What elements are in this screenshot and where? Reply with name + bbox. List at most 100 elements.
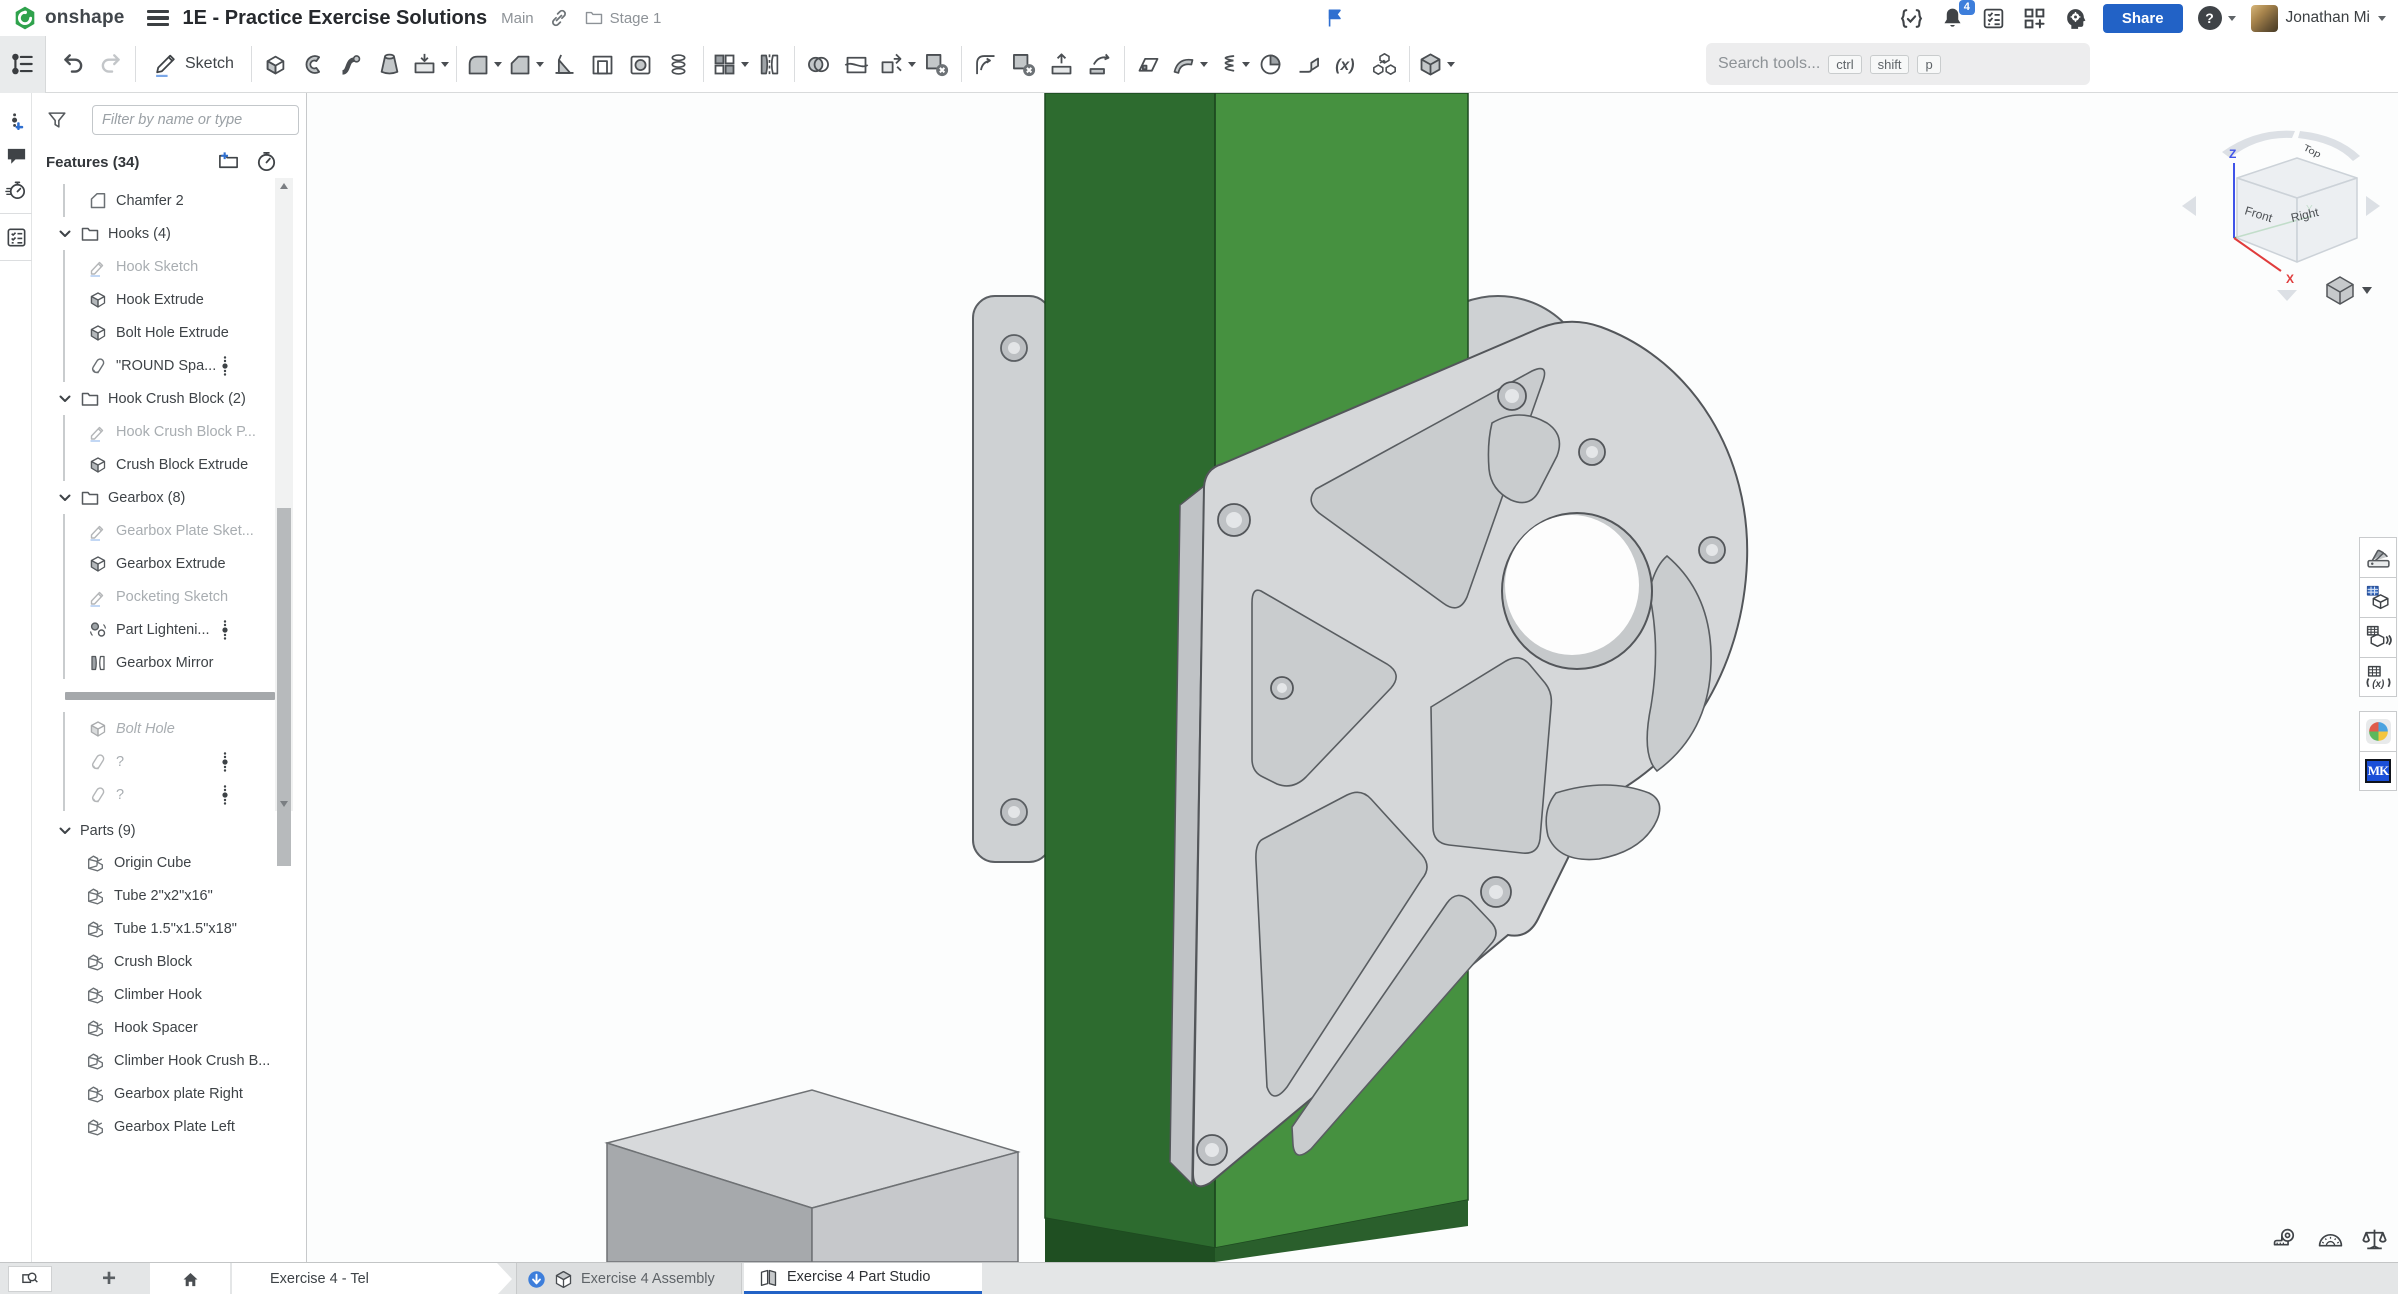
undo-button[interactable] [54, 42, 92, 86]
view-cube-top-label[interactable]: Top [2301, 143, 2322, 160]
part-item[interactable]: Climber Hook Crush B... [32, 1044, 295, 1077]
feature-tree-scrollbar[interactable] [275, 178, 293, 811]
user-name[interactable]: Jonathan Mi [2286, 9, 2370, 27]
feature-history-button[interactable] [255, 150, 278, 176]
tab-exercise-4-part-studio[interactable]: Exercise 4 Part Studio [744, 1263, 982, 1294]
feature-item[interactable]: "ROUND Spa... [32, 349, 275, 382]
part-item[interactable]: Crush Block [32, 945, 295, 978]
scroll-up-button[interactable] [275, 178, 293, 193]
apps-store-icon[interactable] [2022, 6, 2047, 31]
user-menu-caret-icon[interactable] [2378, 16, 2386, 21]
graphics-viewport[interactable]: Y Top Front Right Z X [307, 93, 2398, 1262]
feature-item[interactable]: ? [32, 778, 275, 811]
sweep-button[interactable] [333, 42, 371, 86]
feature-item[interactable]: Pocketing Sketch [32, 580, 275, 613]
feature-item[interactable]: Gearbox Extrude [32, 547, 275, 580]
comments-icon[interactable] [0, 139, 32, 173]
appearance-panel-button[interactable] [2359, 537, 2397, 577]
feature-item[interactable]: Hook Crush Block P... [32, 415, 275, 448]
model-scene[interactable]: Y Top Front Right Z X [307, 93, 2398, 1262]
feature-status-dots-icon[interactable] [220, 751, 230, 773]
part-item[interactable]: Tube 1.5"x1.5"x18" [32, 912, 295, 945]
replace-face-button[interactable] [1081, 42, 1119, 86]
part-item[interactable]: Climber Hook [32, 978, 295, 1011]
crush-block-part[interactable] [607, 1090, 1018, 1262]
measure-tool-button[interactable] [2273, 1226, 2300, 1256]
part-item[interactable]: Gearbox Plate Left [32, 1110, 295, 1143]
feature-item[interactable]: Chamfer 2 [32, 184, 275, 217]
flag-icon[interactable] [1326, 7, 1344, 29]
expand-caret-icon[interactable] [58, 824, 72, 838]
chamfer-button[interactable] [504, 42, 546, 86]
fillet-button[interactable] [462, 42, 504, 86]
dev-api-icon[interactable] [1899, 6, 1924, 31]
share-button[interactable]: Share [2103, 4, 2183, 33]
instances-button[interactable] [1366, 42, 1404, 86]
delete-face-button[interactable] [1005, 42, 1043, 86]
tab-exercise-4-tel[interactable]: Exercise 4 - Tel [232, 1263, 512, 1294]
configuration-table-button[interactable] [2359, 617, 2397, 657]
onshape-logo[interactable]: onshape [12, 5, 125, 31]
expand-caret-icon[interactable] [58, 227, 72, 241]
feature-item[interactable]: Gearbox Mirror [32, 646, 275, 679]
tab-exercise-4-assembly[interactable]: Exercise 4 Assembly [516, 1263, 742, 1294]
history-icon[interactable] [0, 173, 32, 207]
scrollbar-thumb[interactable] [277, 508, 291, 866]
feature-list-toggle-button[interactable] [0, 36, 46, 93]
feature-status-dots-icon[interactable] [220, 784, 230, 806]
app-colored-button[interactable] [2359, 711, 2397, 751]
home-tab-button[interactable] [150, 1263, 230, 1294]
caret-down-icon[interactable] [1200, 62, 1208, 67]
tasks-icon[interactable] [1981, 6, 2006, 31]
scroll-down-button[interactable] [275, 796, 293, 811]
caret-down-icon[interactable] [1447, 62, 1455, 67]
expand-caret-icon[interactable] [58, 491, 72, 505]
feature-item[interactable]: Bolt Hole [32, 712, 275, 745]
app-mk-button[interactable]: MK [2359, 751, 2397, 791]
learning-center-icon[interactable] [2063, 6, 2088, 31]
boolean-button[interactable] [800, 42, 838, 86]
part-item[interactable]: Tube 2"x2"x16" [32, 879, 295, 912]
feature-list-settings-icon[interactable] [0, 220, 32, 254]
extrude-button[interactable] [257, 42, 295, 86]
feature-item[interactable]: ? [32, 745, 275, 778]
feature-item[interactable]: Gearbox Plate Sket... [32, 514, 275, 547]
feature-item[interactable]: Bolt Hole Extrude [32, 316, 275, 349]
caret-down-icon[interactable] [536, 62, 544, 67]
view-options-button[interactable] [2327, 277, 2372, 304]
shell-button[interactable] [584, 42, 622, 86]
feature-item[interactable]: Hook Crush Block (2) [32, 382, 275, 415]
sketch-button[interactable]: Sketch [141, 42, 246, 86]
main-menu-icon[interactable] [147, 10, 169, 26]
feature-item[interactable]: Hooks (4) [32, 217, 275, 250]
parts-section-header[interactable]: Parts (9) [32, 816, 136, 846]
protractor-tool-button[interactable] [2317, 1226, 2344, 1256]
caret-down-icon[interactable] [908, 62, 916, 67]
mass-properties-button[interactable] [2361, 1226, 2388, 1256]
part-item[interactable]: Gearbox plate Right [32, 1077, 295, 1110]
mirror-button[interactable] [751, 42, 789, 86]
new-folder-button[interactable] [217, 150, 240, 176]
caret-down-icon[interactable] [441, 62, 449, 67]
feature-item[interactable]: Crush Block Extrude [32, 448, 275, 481]
loft-button[interactable] [371, 42, 409, 86]
feature-item[interactable]: Hook Sketch [32, 250, 275, 283]
split-button[interactable] [838, 42, 876, 86]
feature-item[interactable]: Hook Extrude [32, 283, 275, 316]
help-caret-icon[interactable] [2228, 16, 2236, 21]
redo-button[interactable] [92, 42, 130, 86]
rib-button[interactable] [660, 42, 698, 86]
user-avatar[interactable] [2251, 5, 2278, 32]
thicken-button[interactable] [409, 42, 451, 86]
hook-spacer-part[interactable] [973, 296, 1051, 862]
feature-item[interactable] [32, 679, 275, 712]
revolve-button[interactable] [295, 42, 333, 86]
insert-feature-icon[interactable] [0, 105, 32, 139]
plane-button[interactable] [1130, 42, 1168, 86]
part-item[interactable]: Origin Cube [32, 846, 295, 879]
rollback-bar[interactable] [65, 692, 275, 700]
feature-status-dots-icon[interactable] [220, 355, 230, 377]
modify-fillet-button[interactable] [967, 42, 1005, 86]
caret-down-icon[interactable] [741, 62, 749, 67]
helix-button[interactable] [1210, 42, 1252, 86]
